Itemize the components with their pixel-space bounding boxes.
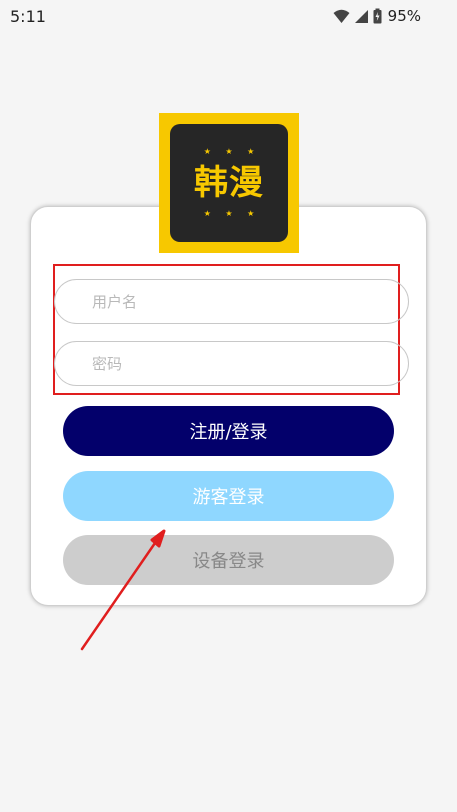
guest-login-button[interactable]: 游客登录 — [63, 471, 394, 521]
login-screen: 5:11 95% ★ ★ ★ 韩漫 ★ ★ ★ 用户名 注册/登录 游客登录 设… — [0, 0, 457, 812]
wifi-icon — [333, 9, 350, 24]
username-input[interactable] — [54, 279, 409, 324]
app-logo: ★ ★ ★ 韩漫 ★ ★ ★ — [159, 113, 299, 253]
battery-charging-icon — [373, 8, 382, 24]
battery-percentage: 95% — [387, 7, 421, 25]
status-icons: 95% — [333, 7, 421, 25]
register-login-button[interactable]: 注册/登录 — [63, 406, 394, 456]
credentials-highlight-box — [53, 264, 409, 395]
cellular-signal-icon — [354, 9, 369, 24]
logo-stars-bottom: ★ ★ ★ — [203, 209, 261, 219]
logo-stars-top: ★ ★ ★ — [203, 146, 261, 156]
device-login-button[interactable]: 设备登录 — [63, 535, 394, 585]
status-time: 5:11 — [10, 7, 46, 26]
password-input[interactable] — [54, 341, 409, 386]
logo-badge: ★ ★ ★ 韩漫 ★ ★ ★ — [170, 124, 288, 242]
status-bar: 5:11 95% — [0, 0, 457, 32]
logo-text: 韩漫 — [194, 162, 264, 203]
